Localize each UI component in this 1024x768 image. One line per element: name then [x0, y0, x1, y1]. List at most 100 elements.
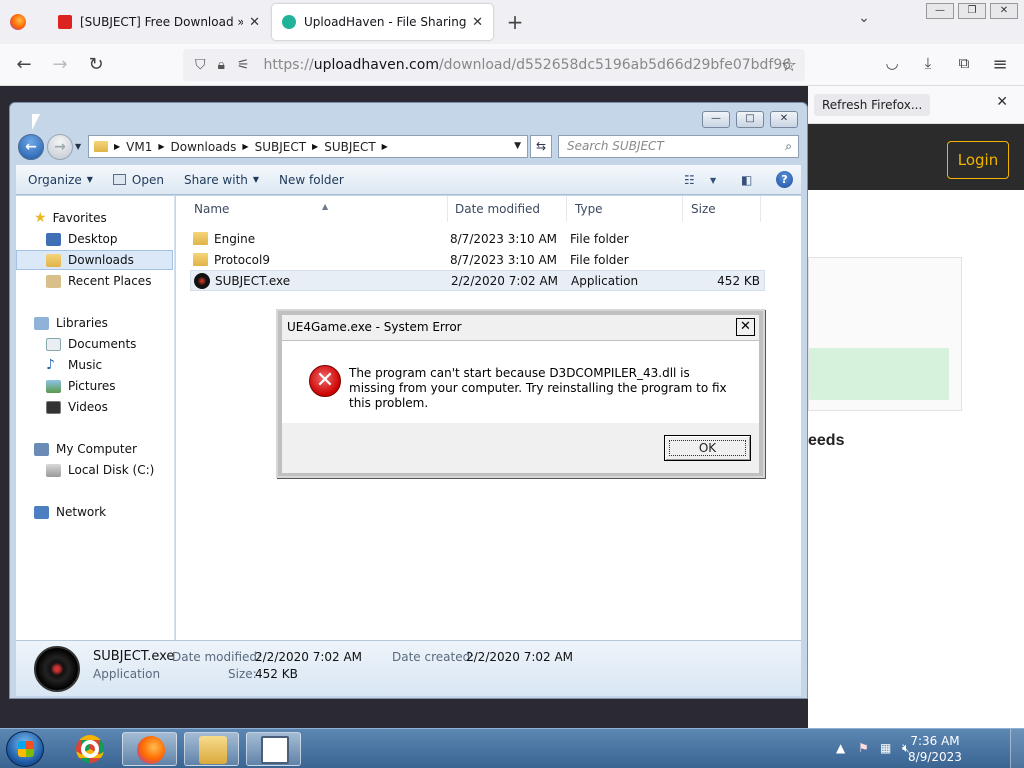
reload-icon[interactable]: ↻ [84, 54, 108, 75]
list-all-tabs-icon[interactable]: ⌄ [852, 10, 876, 26]
breadcrumb-item[interactable]: VM1 [126, 140, 152, 154]
file-row[interactable]: Engine 8/7/2023 3:10 AM File folder [190, 229, 765, 250]
search-icon[interactable]: ⌕ [785, 136, 792, 157]
breadcrumb-item[interactable]: Downloads [171, 140, 237, 154]
chrome-icon [76, 735, 104, 763]
nav-favorites[interactable]: ★ Favorites [16, 208, 173, 228]
open-button[interactable]: Open [112, 173, 164, 187]
explorer-minimize-button[interactable]: — [702, 111, 730, 128]
nav-recent-places[interactable]: Recent Places [16, 271, 173, 291]
explorer-refresh-icon[interactable]: ⇆ [530, 135, 552, 158]
restore-button[interactable]: ❐ [958, 3, 986, 19]
explorer-address-bar[interactable]: ▶ VM1 ▶ Downloads ▶ SUBJECT ▶ SUBJECT ▶ … [88, 135, 528, 158]
close-tab-icon[interactable]: ✕ [249, 15, 260, 30]
application-icon [194, 273, 210, 289]
file-row[interactable]: Protocol9 8/7/2023 3:10 AM File folder [190, 250, 765, 271]
share-with-button[interactable]: Share with ▼ [184, 173, 259, 187]
column-header-name[interactable]: Name ▲ [186, 196, 448, 222]
firefox-tab-bar: [SUBJECT] Free Download » STEAM ✕ Upload… [0, 0, 1024, 44]
explorer-maximize-button[interactable]: □ [736, 111, 764, 128]
url-bar[interactable]: ⛉ 🔒︎ ⚟ https://uploadhaven.com/download/… [183, 49, 805, 81]
tab-uploadhaven[interactable]: UploadHaven - File Sharing Made Simple ✕ [272, 4, 493, 40]
breadcrumb-separator-icon[interactable]: ▶ [312, 142, 318, 151]
breadcrumb-item[interactable]: SUBJECT [324, 140, 375, 154]
new-folder-label: New folder [279, 172, 344, 187]
close-window-button[interactable]: ✕ [990, 3, 1018, 19]
breadcrumb-separator-icon[interactable]: ▶ [114, 142, 120, 151]
taskbar-firefox-button[interactable] [122, 732, 177, 766]
start-button[interactable] [6, 731, 44, 767]
clock[interactable]: 7:36 AM 8/9/2023 [902, 733, 968, 765]
breadcrumb-item[interactable]: SUBJECT [255, 140, 306, 154]
explorer-close-button[interactable]: ✕ [770, 111, 798, 128]
detail-date-created-label: Date created: [392, 650, 475, 664]
taskbar-app-button[interactable] [246, 732, 301, 766]
pocket-icon[interactable]: ◡ [880, 54, 904, 72]
focus-rectangle [669, 440, 746, 456]
recent-pages-dropdown-icon[interactable]: ▼ [75, 142, 81, 151]
nav-pictures[interactable]: Pictures [16, 376, 173, 396]
explorer-forward-button[interactable]: → [47, 134, 73, 160]
url-text[interactable]: https://uploadhaven.com/download/d552658… [264, 57, 792, 73]
detail-date-modified: 2/2/2020 7:02 AM [255, 650, 363, 664]
file-row[interactable]: SUBJECT.exe 2/2/2020 7:02 AM Application… [190, 270, 765, 291]
action-center-icon[interactable]: ⚑ [858, 741, 869, 755]
network-tray-icon[interactable]: ▦ [880, 741, 891, 755]
explorer-search-input[interactable]: Search SUBJECT ⌕ [558, 135, 799, 158]
organize-button[interactable]: Organize ▼ [28, 173, 93, 187]
back-icon[interactable]: ← [12, 54, 36, 75]
column-header-date-modified[interactable]: Date modified [447, 196, 567, 222]
url-path: /download/d552658dc5196ab5d66d29bfe07bdf… [438, 57, 792, 73]
firefox-logo-icon[interactable] [10, 14, 26, 30]
show-hidden-icons-icon[interactable]: ▲ [836, 741, 845, 755]
nav-label: Pictures [68, 379, 116, 393]
menu-icon[interactable]: ≡ [988, 54, 1012, 75]
taskbar-explorer-button[interactable] [184, 732, 239, 766]
nav-local-disk[interactable]: Local Disk (C:) [16, 460, 173, 480]
error-dialog-close-button[interactable]: ✕ [736, 318, 755, 336]
nav-documents[interactable]: Documents [16, 334, 173, 354]
extensions-icon[interactable]: ⧉ [952, 54, 976, 72]
bookmark-star-icon[interactable]: ☆ [781, 55, 797, 76]
explorer-back-button[interactable]: ← [18, 134, 44, 160]
forward-icon[interactable]: → [48, 54, 72, 75]
login-button[interactable]: Login [947, 141, 1009, 179]
minimize-button[interactable]: — [926, 3, 954, 19]
nav-videos[interactable]: Videos [16, 397, 173, 417]
nav-desktop[interactable]: Desktop [16, 229, 173, 249]
preview-pane-icon[interactable]: ◧ [741, 173, 752, 187]
close-tab-icon[interactable]: ✕ [472, 15, 483, 30]
error-dialog-body: ✕ The program can't start because D3DCOM… [282, 341, 759, 423]
nav-my-computer[interactable]: My Computer [16, 439, 173, 459]
ok-button[interactable]: OK [664, 435, 751, 461]
shield-icon[interactable]: ⛉ [195, 57, 206, 73]
new-folder-button[interactable]: New folder [279, 173, 344, 187]
nav-libraries[interactable]: Libraries [16, 313, 173, 333]
show-desktop-button[interactable] [1010, 729, 1024, 768]
close-notification-icon[interactable]: ✕ [996, 94, 1008, 110]
nav-network[interactable]: Network [16, 502, 173, 522]
folder-icon [94, 141, 108, 152]
chevron-down-icon[interactable]: ▼ [710, 176, 716, 185]
new-tab-icon[interactable]: + [503, 10, 527, 34]
address-dropdown-icon[interactable]: ▼ [514, 141, 521, 151]
tab-subject-download[interactable]: [SUBJECT] Free Download » STEAM ✕ [48, 4, 270, 40]
error-dialog-title: UE4Game.exe - System Error [287, 320, 462, 334]
taskbar-chrome-button[interactable] [62, 732, 117, 766]
nav-music[interactable]: ♪ Music [16, 355, 173, 375]
permissions-icon[interactable]: ⚟ [237, 57, 250, 73]
breadcrumb-separator-icon[interactable]: ▶ [242, 142, 248, 151]
downloads-icon[interactable]: ⤓ [916, 54, 940, 72]
organize-label: Organize [28, 172, 82, 187]
column-header-type[interactable]: Type [567, 196, 683, 222]
refresh-firefox-button[interactable]: Refresh Firefox... [814, 94, 931, 116]
breadcrumb-separator-icon[interactable]: ▶ [382, 142, 388, 151]
file-date: 8/7/2023 3:10 AM [450, 253, 558, 267]
breadcrumb-separator-icon[interactable]: ▶ [158, 142, 164, 151]
nav-downloads[interactable]: Downloads [16, 250, 173, 270]
column-header-size[interactable]: Size [683, 196, 761, 222]
lock-icon[interactable]: 🔒︎ [218, 57, 225, 73]
change-view-icon[interactable]: ☷ [684, 173, 695, 187]
help-icon[interactable]: ? [776, 171, 793, 188]
file-name: Engine [214, 232, 256, 246]
